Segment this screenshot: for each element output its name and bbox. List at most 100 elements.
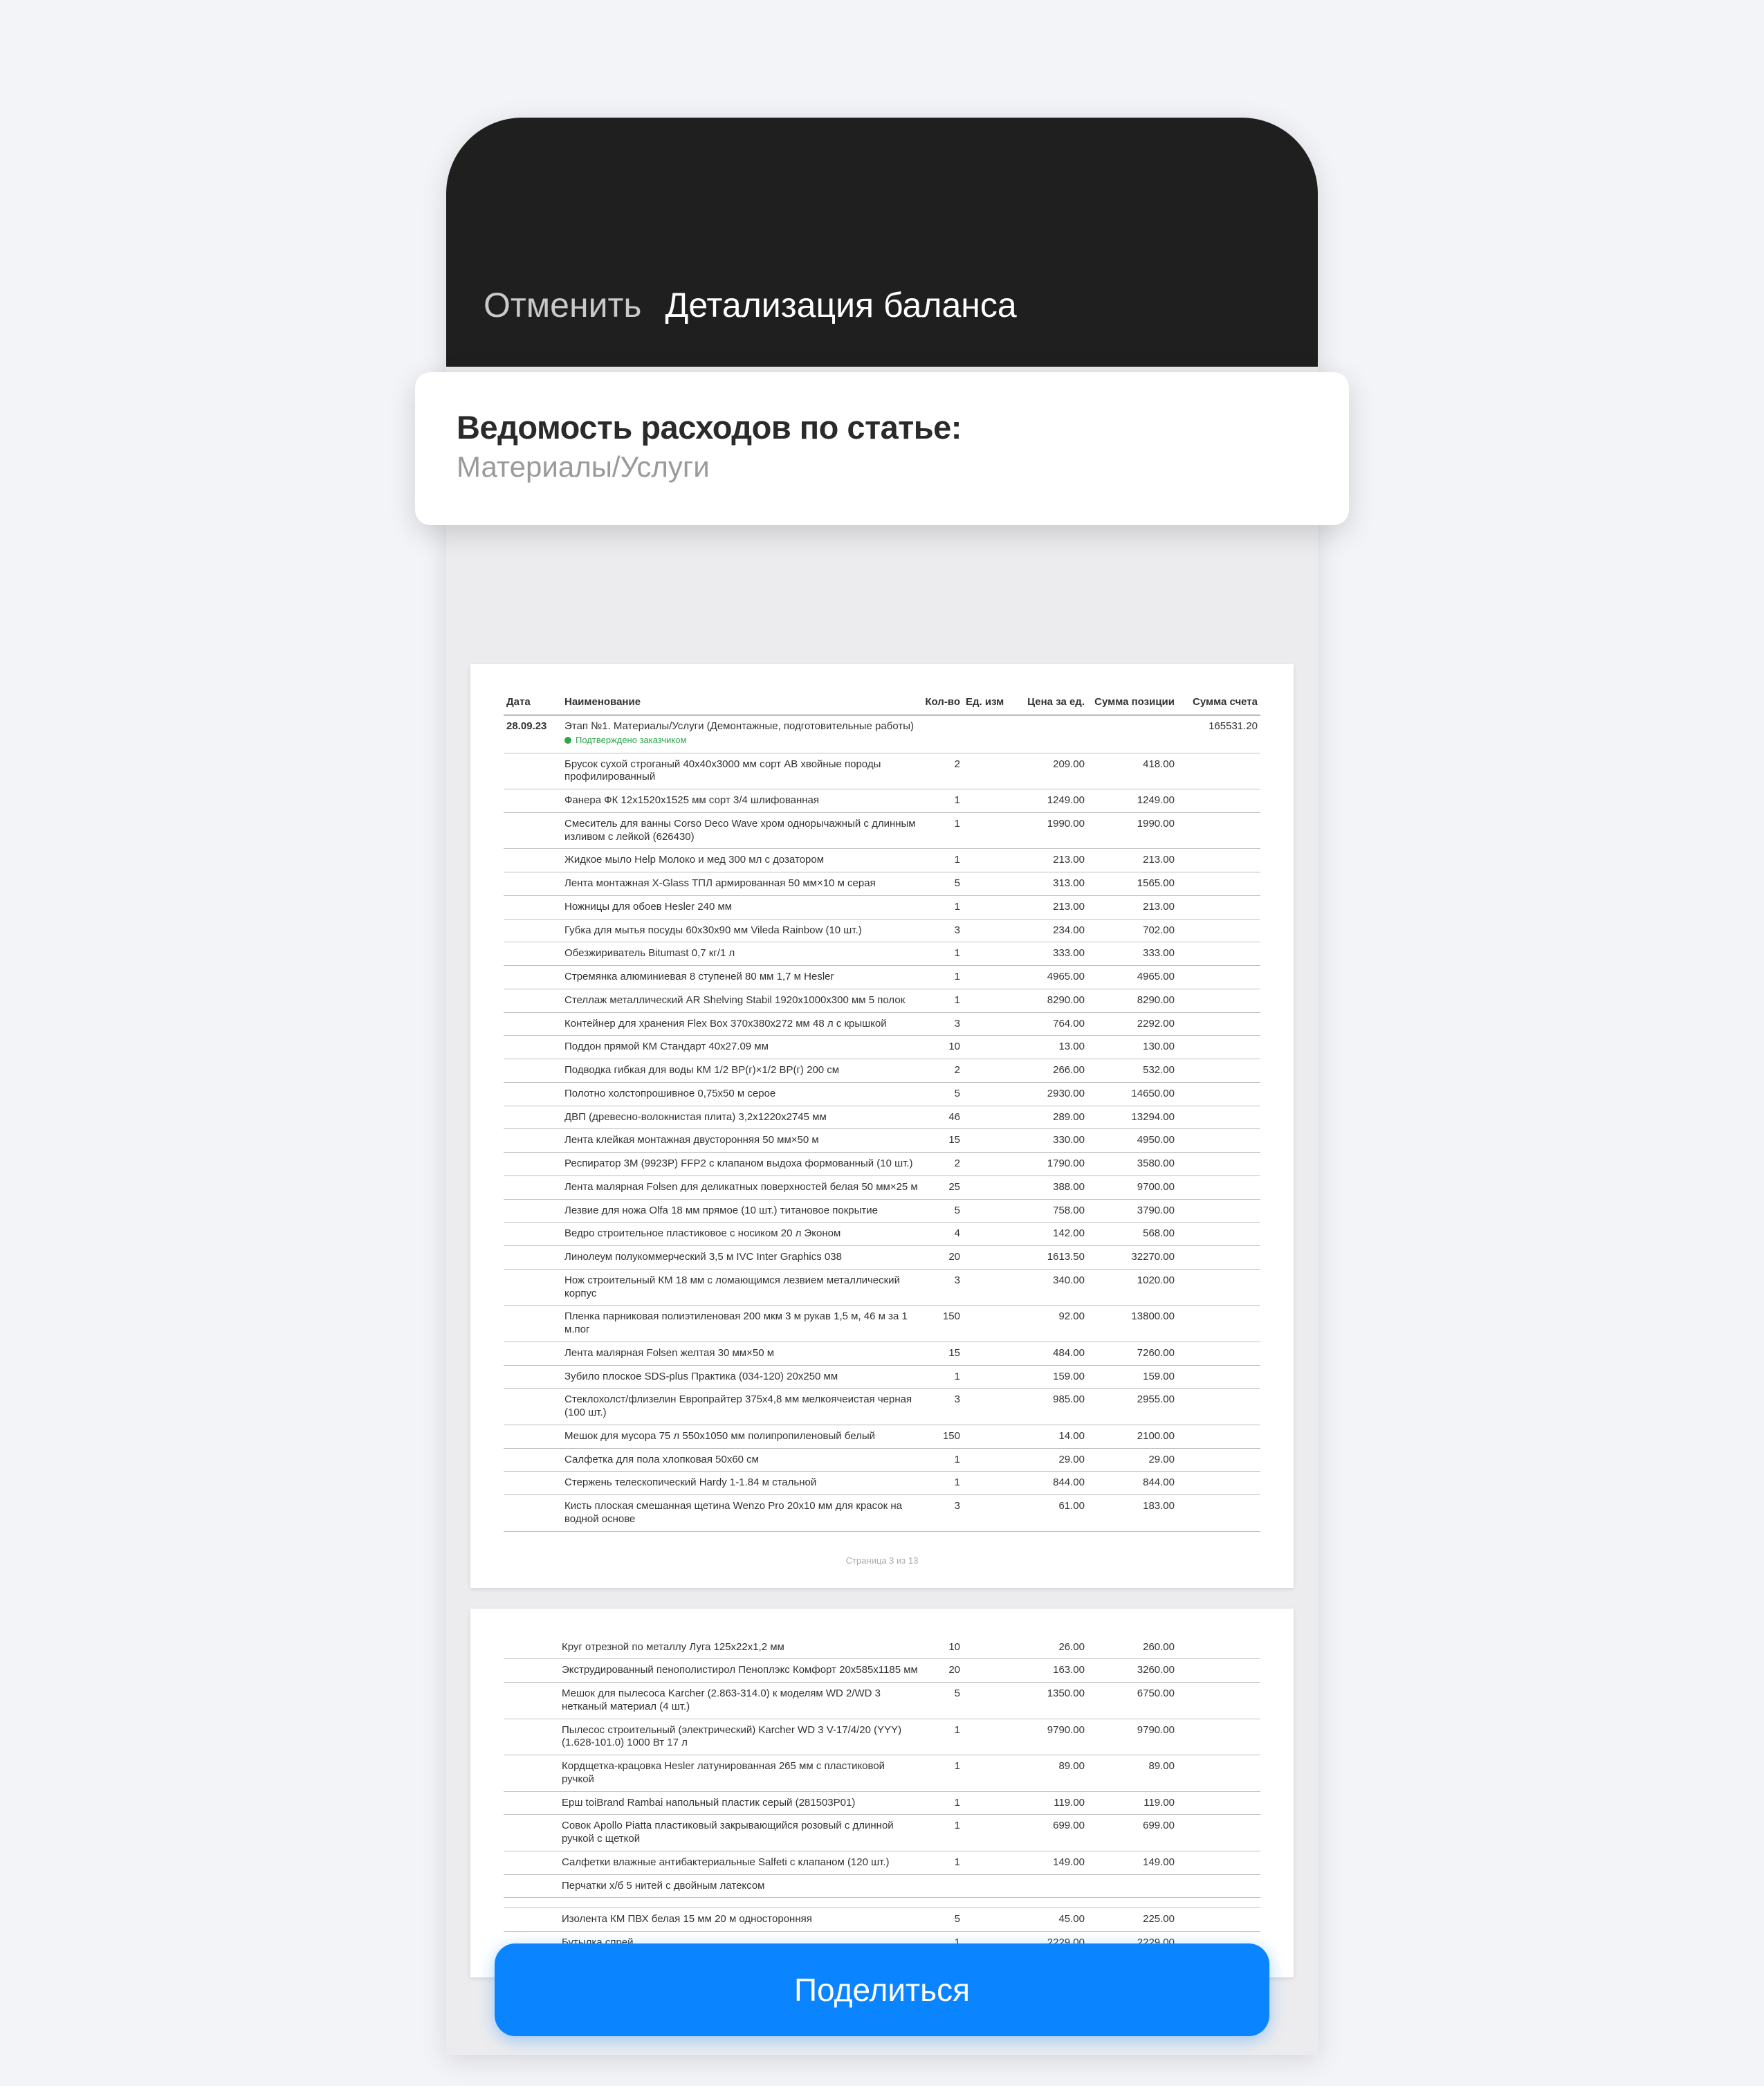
item-price: 26.00 (1011, 1636, 1087, 1659)
table-row: Стеклохолст/флизелин Европрайтер 375х4,8… (504, 1389, 1260, 1425)
table-row: Лента малярная Folsen желтая 30 мм×50 м1… (504, 1342, 1260, 1365)
stage-row: 28.09.23Этап №1. Материалы/Услуги (Демон… (504, 715, 1260, 753)
item-sum: 4950.00 (1087, 1129, 1177, 1153)
table-row: Жидкое мыло Help Молоко и мед 300 мл с д… (504, 849, 1260, 872)
item-name: ДВП (древесно-волокнистая плита) 3,2х122… (562, 1106, 922, 1129)
item-sum: 8290.00 (1087, 989, 1177, 1012)
item-qty: 20 (923, 1659, 963, 1683)
item-sum: 702.00 (1087, 919, 1177, 942)
item-sum: 699.00 (1087, 1815, 1177, 1851)
item-name: Совок Apollo Piatta пластиковый закрываю… (559, 1815, 923, 1851)
item-price (1011, 1874, 1087, 1898)
item-name: Губка для мытья посуды 60х30х90 мм Viled… (562, 919, 922, 942)
item-price: 330.00 (1011, 1129, 1087, 1153)
item-sum: 89.00 (1087, 1755, 1177, 1792)
item-price: 1613.50 (1011, 1246, 1087, 1270)
item-name: Брусок сухой строганый 40х40х3000 мм сор… (562, 753, 922, 789)
item-price: 313.00 (1011, 872, 1087, 896)
col-date: Дата (504, 692, 562, 715)
item-name: Мешок для пылесоса Karcher (2.863-314.0)… (559, 1683, 923, 1719)
table-row: Совок Apollo Piatta пластиковый закрываю… (504, 1815, 1260, 1851)
table-row: Фанера ФК 12х1520х1525 мм сорт 3/4 шлифо… (504, 789, 1260, 813)
item-price: 61.00 (1011, 1495, 1087, 1532)
table-row: Экструдированный пенополистирол Пеноплэк… (504, 1659, 1260, 1683)
confirmed-badge: Подтверждено заказчиком (564, 735, 686, 746)
cancel-button[interactable]: Отменить (484, 285, 641, 325)
item-name: Линолеум полукоммерческий 3,5 м IVC Inte… (562, 1246, 922, 1270)
col-invoice: Сумма счета (1177, 692, 1260, 715)
item-qty: 20 (922, 1246, 963, 1270)
app-canvas: Отменить Детализация баланса Дата Наимен… (0, 0, 1764, 2086)
item-sum: 130.00 (1087, 1036, 1177, 1059)
item-price: 1249.00 (1011, 789, 1087, 813)
report-subtitle: Материалы/Услуги (457, 450, 1307, 484)
item-qty: 4 (922, 1223, 963, 1246)
item-sum: 9790.00 (1087, 1719, 1177, 1755)
item-name: Респиратор 3М (9923P) FFP2 с клапаном вы… (562, 1153, 922, 1176)
item-qty: 3 (922, 1495, 963, 1532)
item-sum: 2100.00 (1087, 1425, 1177, 1448)
table-row: Кордщетка-крацовка Hesler латунированная… (504, 1755, 1260, 1792)
item-sum: 6750.00 (1087, 1683, 1177, 1719)
item-qty: 10 (922, 1036, 963, 1059)
item-sum: 3790.00 (1087, 1199, 1177, 1223)
item-price: 142.00 (1011, 1223, 1087, 1246)
item-qty: 3 (922, 1389, 963, 1425)
phone-header: Отменить Детализация баланса (446, 118, 1318, 367)
expense-table-page1: Дата Наименование Кол-во Ед. изм Цена за… (504, 692, 1260, 1532)
item-name: Ведро строительное пластиковое с носиком… (562, 1223, 922, 1246)
table-row: Полотно холстопрошивное 0,75х50 м серое5… (504, 1082, 1260, 1106)
screen-title: Детализация баланса (665, 285, 1016, 325)
table-row: Перчатки х/б 5 нитей с двойным латексом (504, 1874, 1260, 1898)
item-qty: 1 (922, 1448, 963, 1472)
item-sum: 1565.00 (1087, 872, 1177, 896)
item-price: 159.00 (1011, 1365, 1087, 1389)
item-price: 340.00 (1011, 1269, 1087, 1306)
document-page-2: Круг отрезной по металлу Луга 125х22х1,2… (470, 1609, 1294, 1977)
table-row: Подводка гибкая для воды КМ 1/2 ВР(г)×1/… (504, 1059, 1260, 1083)
item-name: Кордщетка-крацовка Hesler латунированная… (559, 1755, 923, 1792)
item-sum: 7260.00 (1087, 1342, 1177, 1365)
item-price: 764.00 (1011, 1012, 1087, 1036)
item-sum: 333.00 (1087, 942, 1177, 966)
report-title: Ведомость расходов по статье: (457, 408, 1307, 446)
item-qty: 5 (923, 1683, 963, 1719)
item-qty: 1 (922, 966, 963, 989)
item-sum: 2955.00 (1087, 1389, 1177, 1425)
table-row: Поддон прямой КМ Стандарт 40х27.09 мм101… (504, 1036, 1260, 1059)
item-price: 163.00 (1011, 1659, 1087, 1683)
table-row: Ведро строительное пластиковое с носиком… (504, 1223, 1260, 1246)
item-sum: 260.00 (1087, 1636, 1177, 1659)
item-name: Ерш toiBrand Rambai напольный пластик се… (559, 1791, 923, 1815)
item-qty: 150 (922, 1306, 963, 1342)
item-qty: 2 (922, 1059, 963, 1083)
item-price: 2930.00 (1011, 1082, 1087, 1106)
item-qty: 1 (922, 1365, 963, 1389)
item-price: 484.00 (1011, 1342, 1087, 1365)
table-row: Круг отрезной по металлу Луга 125х22х1,2… (504, 1636, 1260, 1659)
item-price: 234.00 (1011, 919, 1087, 942)
item-price: 209.00 (1011, 753, 1087, 789)
item-qty (923, 1874, 963, 1898)
document-scroll[interactable]: Дата Наименование Кол-во Ед. изм Цена за… (446, 367, 1318, 2055)
item-sum: 213.00 (1087, 895, 1177, 919)
item-qty: 1 (922, 849, 963, 872)
table-row: Кисть плоская смешанная щетина Wenzo Pro… (504, 1495, 1260, 1532)
item-sum: 29.00 (1087, 1448, 1177, 1472)
item-qty: 5 (922, 1082, 963, 1106)
item-name: Пылесос строительный (электрический) Kar… (559, 1719, 923, 1755)
invoice-total: 165531.20 (1177, 715, 1260, 753)
item-name: Лента монтажная X-Glass ТПЛ армированная… (562, 872, 922, 896)
item-name: Салфетка для пола хлопковая 50х60 см (562, 1448, 922, 1472)
item-qty: 25 (922, 1175, 963, 1199)
item-qty: 5 (923, 1908, 963, 1932)
item-qty: 1 (923, 1719, 963, 1755)
table-row: Линолеум полукоммерческий 3,5 м IVC Inte… (504, 1246, 1260, 1270)
item-price (1011, 1898, 1087, 1908)
col-unit: Ед. изм (963, 692, 1011, 715)
item-qty: 2 (922, 753, 963, 789)
item-qty: 1 (923, 1791, 963, 1815)
item-name: Лента малярная Folsen для деликатных пов… (562, 1175, 922, 1199)
item-sum: 3580.00 (1087, 1153, 1177, 1176)
share-button[interactable]: Поделиться (495, 1943, 1269, 2036)
